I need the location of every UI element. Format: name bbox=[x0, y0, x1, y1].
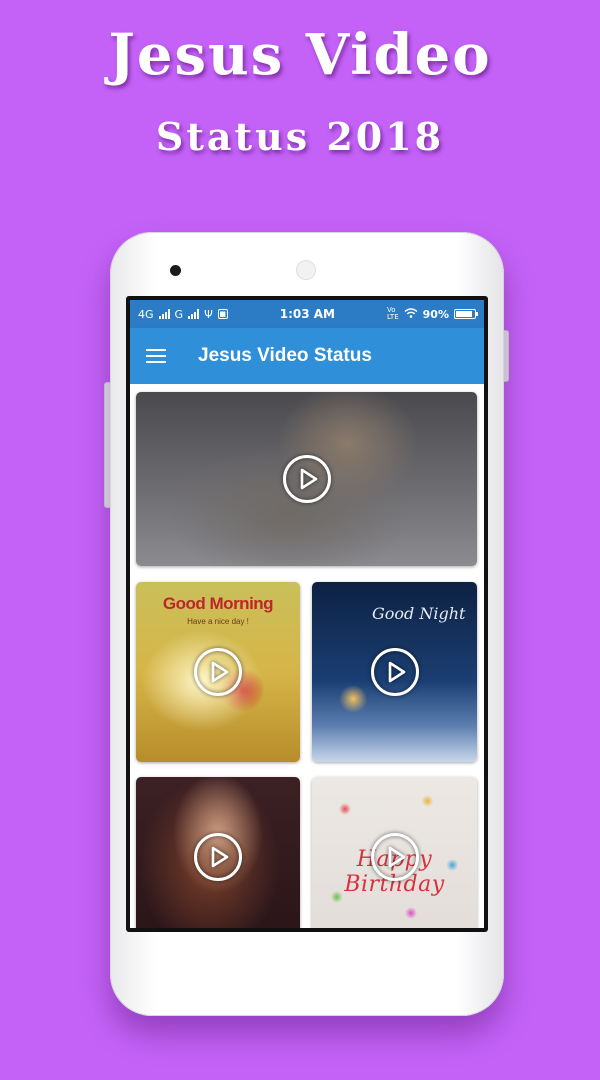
wifi-icon bbox=[404, 307, 418, 321]
video-card-good-night[interactable]: Good Night bbox=[312, 582, 477, 762]
video-card-featured[interactable] bbox=[136, 392, 477, 566]
play-icon[interactable] bbox=[370, 833, 419, 881]
battery-icon bbox=[453, 309, 478, 319]
hamburger-menu-icon[interactable] bbox=[146, 349, 166, 363]
play-icon[interactable] bbox=[370, 648, 419, 696]
usb-icon: Ψ bbox=[204, 307, 213, 321]
battery-percent: 90% bbox=[422, 307, 449, 321]
video-card-portrait[interactable] bbox=[136, 777, 300, 928]
app-title: Jesus Video Status bbox=[198, 345, 372, 366]
notification-icon: ■ bbox=[217, 309, 228, 319]
status-bar-left: 4G G Ψ ■ bbox=[138, 308, 228, 321]
phone-earpiece bbox=[296, 260, 316, 280]
app-toolbar: Jesus Video Status bbox=[130, 328, 484, 384]
network-type-label: 4G bbox=[138, 307, 154, 321]
app-screen: 4G G Ψ ■ 1:03 AM Vo LTE 90% Jesus Video S… bbox=[130, 300, 484, 928]
promo-subheadline: Status 2018 bbox=[155, 114, 445, 159]
volte-icon: Vo LTE bbox=[387, 306, 399, 321]
phone-chin bbox=[126, 936, 488, 1006]
thumbnail-caption: Good Morning bbox=[162, 594, 274, 613]
phone-screen: 4G G Ψ ■ 1:03 AM Vo LTE 90% Jesus Video S… bbox=[126, 296, 488, 932]
status-time: 1:03 AM bbox=[279, 307, 335, 321]
video-card-birthday[interactable]: Happy Birthday bbox=[312, 777, 477, 928]
thumbnail-caption: Good Night bbox=[372, 604, 466, 623]
play-icon[interactable] bbox=[194, 833, 242, 881]
play-icon[interactable] bbox=[282, 455, 331, 503]
play-icon[interactable] bbox=[194, 648, 242, 696]
status-bar-right: Vo LTE 90% bbox=[387, 306, 478, 321]
status-bar: 4G G Ψ ■ 1:03 AM Vo LTE 90% bbox=[130, 300, 484, 328]
thumbnail-subcaption: Have a nice day ! bbox=[187, 617, 249, 626]
front-camera bbox=[170, 265, 181, 276]
video-card-good-morning[interactable]: Good Morning Have a nice day ! bbox=[136, 582, 300, 762]
promo-headline: Jesus Video bbox=[108, 22, 492, 88]
signal-strength-icon-2 bbox=[188, 309, 200, 319]
signal-strength-icon bbox=[158, 309, 170, 319]
network-type-label-2: G bbox=[174, 307, 184, 321]
video-grid: Good Morning Have a nice day ! Good Nigh… bbox=[130, 384, 484, 928]
